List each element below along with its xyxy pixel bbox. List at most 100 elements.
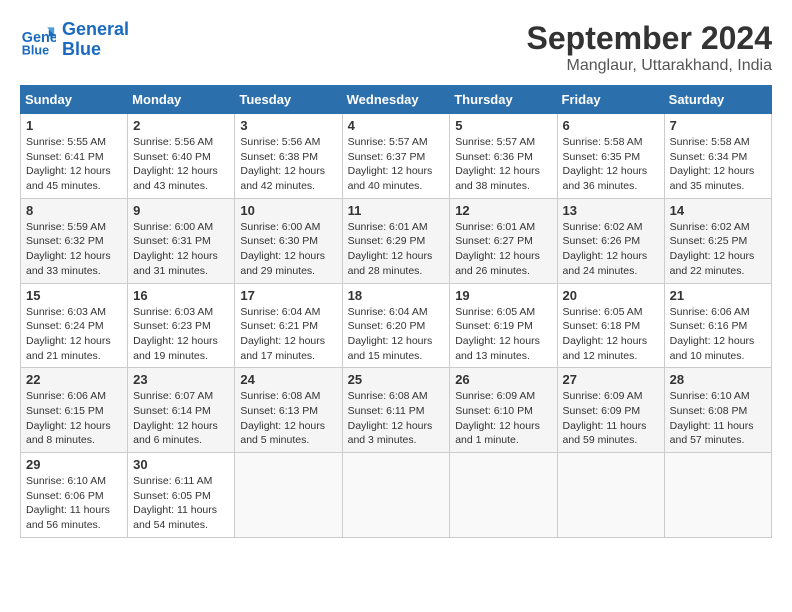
logo-line1: General	[62, 19, 129, 39]
logo-line2: Blue	[62, 39, 101, 59]
day-cell: 16Sunrise: 6:03 AM Sunset: 6:23 PM Dayli…	[128, 283, 235, 368]
day-info: Sunrise: 6:05 AM Sunset: 6:19 PM Dayligh…	[455, 305, 551, 364]
day-number: 3	[240, 118, 336, 133]
day-cell	[664, 453, 771, 538]
day-info: Sunrise: 6:10 AM Sunset: 6:06 PM Dayligh…	[26, 474, 122, 533]
day-cell: 9 Sunrise: 6:00 AM Sunset: 6:31 PM Daylig…	[128, 198, 235, 283]
day-cell: 28 Sunrise: 6:10 AM Sunset: 6:08 PM Dayli…	[664, 368, 771, 453]
day-number: 24	[240, 372, 336, 387]
day-cell: 1Sunrise: 5:55 AM Sunset: 6:41 PM Daylig…	[21, 114, 128, 199]
day-number: 12	[455, 203, 551, 218]
day-cell: 22 Sunrise: 6:06 AM Sunset: 6:15 PM Dayli…	[21, 368, 128, 453]
day-info: Sunrise: 6:06 AM Sunset: 6:15 PM Dayligh…	[26, 389, 122, 448]
day-cell: 11 Sunrise: 6:01 AM Sunset: 6:29 PM Dayli…	[342, 198, 450, 283]
week-row-1: 1Sunrise: 5:55 AM Sunset: 6:41 PM Daylig…	[21, 114, 772, 199]
day-cell: 20 Sunrise: 6:05 AM Sunset: 6:18 PM Dayli…	[557, 283, 664, 368]
day-cell: 30 Sunrise: 6:11 AM Sunset: 6:05 PM Dayli…	[128, 453, 235, 538]
day-info: Sunrise: 5:57 AM Sunset: 6:37 PM Dayligh…	[348, 135, 445, 194]
day-number: 8	[26, 203, 122, 218]
week-row-2: 8 Sunrise: 5:59 AM Sunset: 6:32 PM Daylig…	[21, 198, 772, 283]
day-number: 15	[26, 288, 122, 303]
column-header-saturday: Saturday	[664, 86, 771, 114]
day-cell: 17 Sunrise: 6:04 AM Sunset: 6:21 PM Dayli…	[235, 283, 342, 368]
day-number: 20	[563, 288, 659, 303]
day-info: Sunrise: 5:57 AM Sunset: 6:36 PM Dayligh…	[455, 135, 551, 194]
day-info: Sunrise: 5:55 AM Sunset: 6:41 PM Dayligh…	[26, 135, 122, 194]
day-info: Sunrise: 6:00 AM Sunset: 6:30 PM Dayligh…	[240, 220, 336, 279]
day-cell: 29Sunrise: 6:10 AM Sunset: 6:06 PM Dayli…	[21, 453, 128, 538]
day-cell	[342, 453, 450, 538]
day-info: Sunrise: 6:10 AM Sunset: 6:08 PM Dayligh…	[670, 389, 766, 448]
day-info: Sunrise: 6:01 AM Sunset: 6:29 PM Dayligh…	[348, 220, 445, 279]
day-number: 27	[563, 372, 659, 387]
day-cell: 27 Sunrise: 6:09 AM Sunset: 6:09 PM Dayli…	[557, 368, 664, 453]
day-info: Sunrise: 6:04 AM Sunset: 6:20 PM Dayligh…	[348, 305, 445, 364]
day-number: 6	[563, 118, 659, 133]
day-number: 21	[670, 288, 766, 303]
day-cell: 13 Sunrise: 6:02 AM Sunset: 6:26 PM Dayli…	[557, 198, 664, 283]
calendar-header-row: SundayMondayTuesdayWednesdayThursdayFrid…	[21, 86, 772, 114]
day-number: 7	[670, 118, 766, 133]
day-info: Sunrise: 6:07 AM Sunset: 6:14 PM Dayligh…	[133, 389, 229, 448]
day-info: Sunrise: 5:58 AM Sunset: 6:35 PM Dayligh…	[563, 135, 659, 194]
day-number: 30	[133, 457, 229, 472]
day-number: 5	[455, 118, 551, 133]
day-number: 22	[26, 372, 122, 387]
day-info: Sunrise: 5:56 AM Sunset: 6:40 PM Dayligh…	[133, 135, 229, 194]
column-header-monday: Monday	[128, 86, 235, 114]
day-info: Sunrise: 5:59 AM Sunset: 6:32 PM Dayligh…	[26, 220, 122, 279]
day-cell: 23Sunrise: 6:07 AM Sunset: 6:14 PM Dayli…	[128, 368, 235, 453]
day-number: 26	[455, 372, 551, 387]
day-info: Sunrise: 6:05 AM Sunset: 6:18 PM Dayligh…	[563, 305, 659, 364]
header: General Blue General Blue September 2024…	[20, 20, 772, 75]
day-info: Sunrise: 6:02 AM Sunset: 6:25 PM Dayligh…	[670, 220, 766, 279]
week-row-5: 29Sunrise: 6:10 AM Sunset: 6:06 PM Dayli…	[21, 453, 772, 538]
logo: General Blue General Blue	[20, 20, 129, 60]
day-info: Sunrise: 6:11 AM Sunset: 6:05 PM Dayligh…	[133, 474, 229, 533]
day-cell: 4 Sunrise: 5:57 AM Sunset: 6:37 PM Daylig…	[342, 114, 450, 199]
logo-text: General Blue	[62, 20, 129, 60]
column-header-friday: Friday	[557, 86, 664, 114]
day-number: 17	[240, 288, 336, 303]
day-info: Sunrise: 6:09 AM Sunset: 6:10 PM Dayligh…	[455, 389, 551, 448]
day-cell: 26 Sunrise: 6:09 AM Sunset: 6:10 PM Dayli…	[450, 368, 557, 453]
day-info: Sunrise: 6:09 AM Sunset: 6:09 PM Dayligh…	[563, 389, 659, 448]
day-info: Sunrise: 6:00 AM Sunset: 6:31 PM Dayligh…	[133, 220, 229, 279]
day-number: 4	[348, 118, 445, 133]
day-cell: 21 Sunrise: 6:06 AM Sunset: 6:16 PM Dayli…	[664, 283, 771, 368]
day-info: Sunrise: 6:08 AM Sunset: 6:11 PM Dayligh…	[348, 389, 445, 448]
day-cell: 8 Sunrise: 5:59 AM Sunset: 6:32 PM Daylig…	[21, 198, 128, 283]
day-number: 19	[455, 288, 551, 303]
day-info: Sunrise: 6:06 AM Sunset: 6:16 PM Dayligh…	[670, 305, 766, 364]
calendar-title: September 2024	[527, 20, 772, 57]
day-info: Sunrise: 6:04 AM Sunset: 6:21 PM Dayligh…	[240, 305, 336, 364]
day-info: Sunrise: 6:03 AM Sunset: 6:24 PM Dayligh…	[26, 305, 122, 364]
day-number: 13	[563, 203, 659, 218]
day-cell	[557, 453, 664, 538]
day-cell: 18Sunrise: 6:04 AM Sunset: 6:20 PM Dayli…	[342, 283, 450, 368]
week-row-4: 22 Sunrise: 6:06 AM Sunset: 6:15 PM Dayli…	[21, 368, 772, 453]
day-info: Sunrise: 6:03 AM Sunset: 6:23 PM Dayligh…	[133, 305, 229, 364]
day-cell: 3 Sunrise: 5:56 AM Sunset: 6:38 PM Daylig…	[235, 114, 342, 199]
column-header-tuesday: Tuesday	[235, 86, 342, 114]
day-number: 28	[670, 372, 766, 387]
logo-icon: General Blue	[20, 22, 56, 58]
day-cell: 15 Sunrise: 6:03 AM Sunset: 6:24 PM Dayli…	[21, 283, 128, 368]
day-cell: 7Sunrise: 5:58 AM Sunset: 6:34 PM Daylig…	[664, 114, 771, 199]
day-cell: 14 Sunrise: 6:02 AM Sunset: 6:25 PM Dayli…	[664, 198, 771, 283]
calendar-subtitle: Manglaur, Uttarakhand, India	[527, 57, 772, 75]
day-number: 25	[348, 372, 445, 387]
day-info: Sunrise: 5:56 AM Sunset: 6:38 PM Dayligh…	[240, 135, 336, 194]
day-cell: 6 Sunrise: 5:58 AM Sunset: 6:35 PM Daylig…	[557, 114, 664, 199]
day-cell: 24Sunrise: 6:08 AM Sunset: 6:13 PM Dayli…	[235, 368, 342, 453]
day-info: Sunrise: 6:02 AM Sunset: 6:26 PM Dayligh…	[563, 220, 659, 279]
column-header-sunday: Sunday	[21, 86, 128, 114]
day-number: 11	[348, 203, 445, 218]
day-number: 9	[133, 203, 229, 218]
day-info: Sunrise: 6:01 AM Sunset: 6:27 PM Dayligh…	[455, 220, 551, 279]
column-header-wednesday: Wednesday	[342, 86, 450, 114]
day-number: 10	[240, 203, 336, 218]
title-area: September 2024 Manglaur, Uttarakhand, In…	[527, 20, 772, 75]
day-number: 14	[670, 203, 766, 218]
day-cell	[235, 453, 342, 538]
